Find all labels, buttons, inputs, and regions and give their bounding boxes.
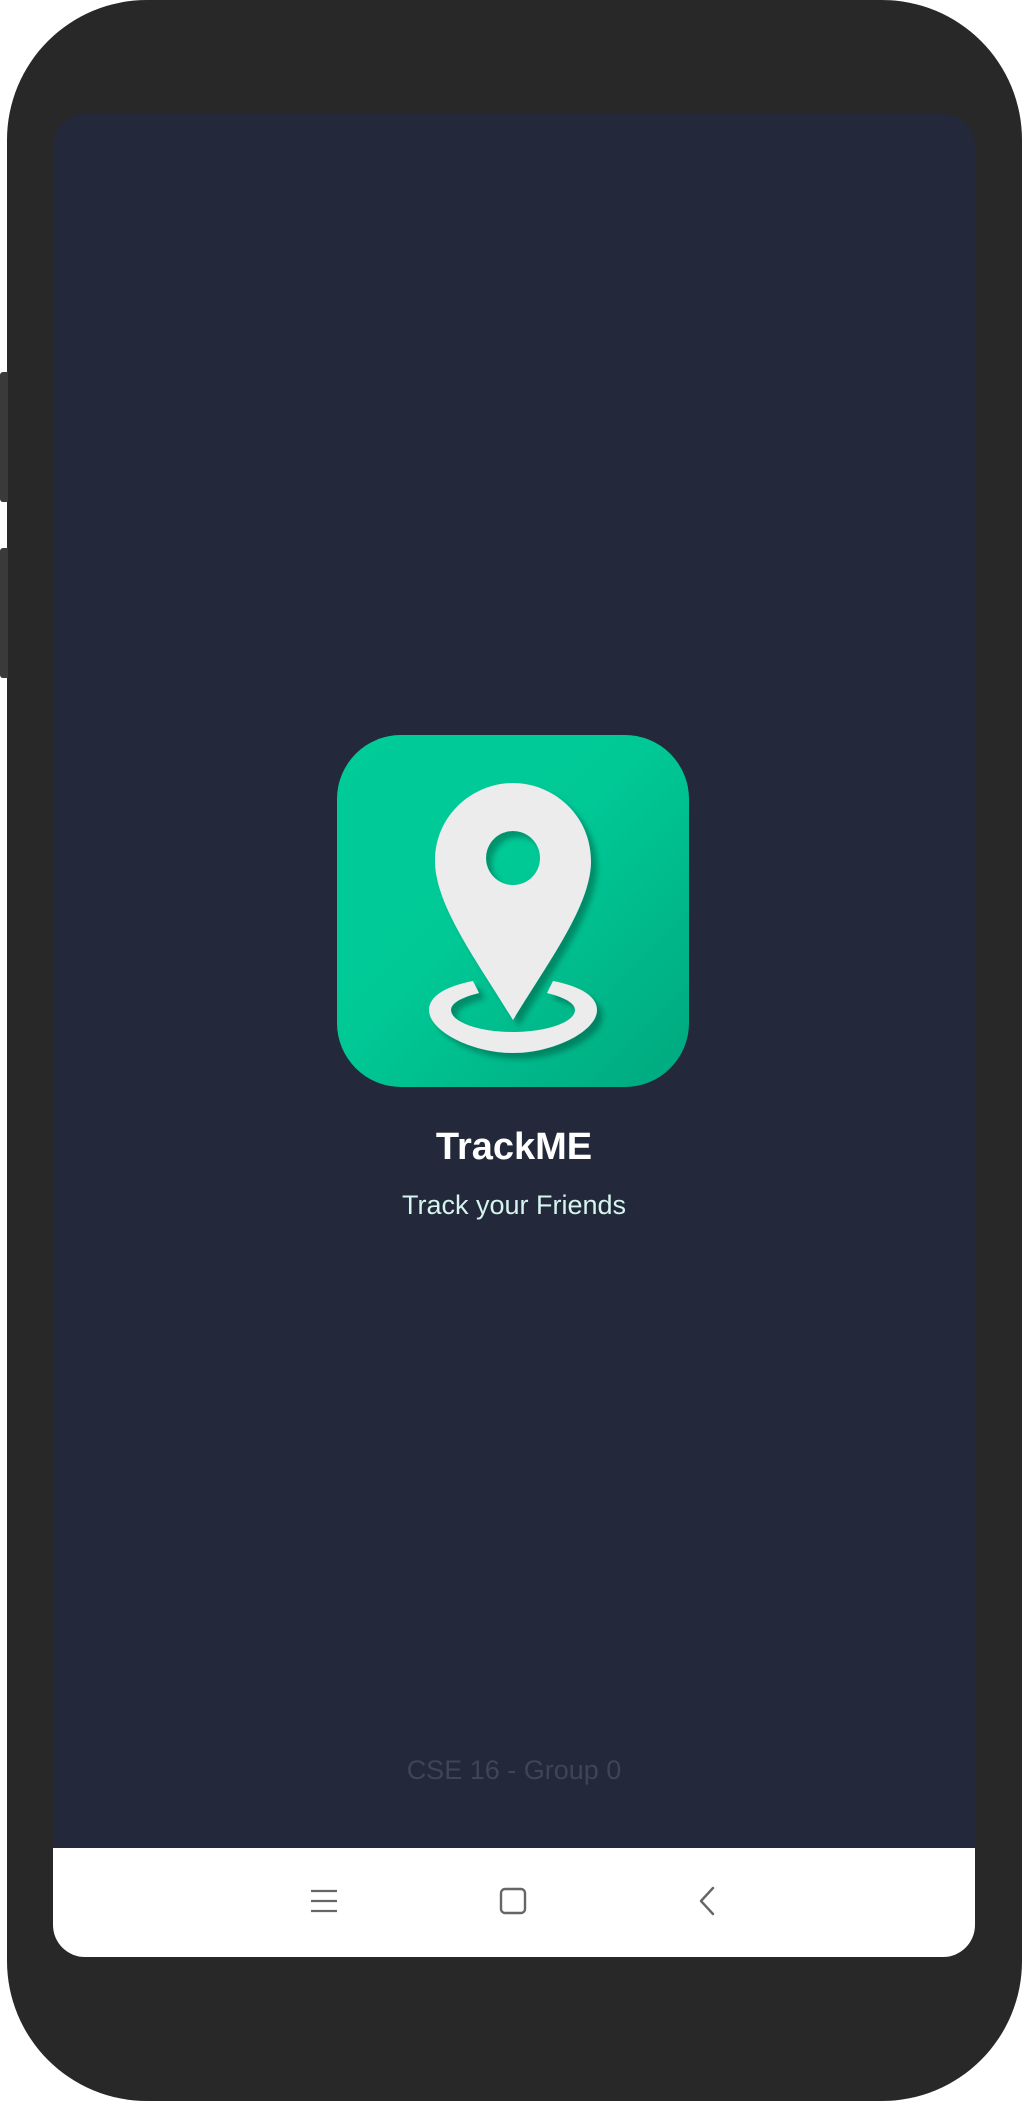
app-title: TrackME	[435, 1126, 593, 1168]
nav-menu-button[interactable]	[289, 1866, 359, 1936]
nav-home-button[interactable]	[478, 1866, 548, 1936]
volume-up-button[interactable]	[0, 372, 8, 502]
volume-down-button[interactable]	[0, 548, 8, 678]
app-tagline: Track your Friends	[401, 1190, 627, 1220]
home-square-icon	[499, 1887, 527, 1915]
menu-icon	[311, 1889, 337, 1913]
splash-screen: TrackME Track your Friends CSE 16 - Grou…	[53, 114, 975, 1957]
back-chevron-icon	[699, 1886, 715, 1916]
nav-back-button[interactable]	[673, 1866, 743, 1936]
location-pin-icon	[429, 783, 597, 1053]
footer-credit: CSE 16 - Group 0	[406, 1755, 622, 1785]
app-logo	[337, 735, 689, 1087]
navigation-bar	[53, 1848, 975, 1957]
